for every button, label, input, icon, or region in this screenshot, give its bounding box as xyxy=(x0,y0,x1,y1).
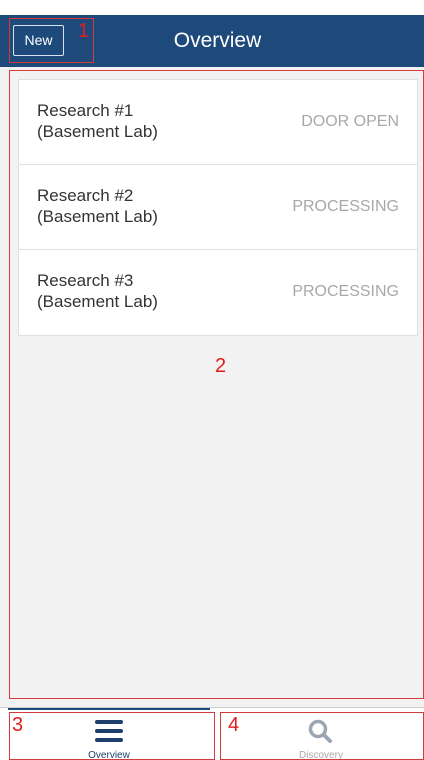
app-header: New Overview xyxy=(0,15,424,67)
research-name-line2: (Basement Lab) xyxy=(37,122,158,141)
status-bar-strip xyxy=(0,0,424,15)
annotation-number-3: 3 xyxy=(12,714,24,736)
research-name-line1: Research #2 xyxy=(37,186,134,205)
page-title: Overview xyxy=(173,29,262,52)
research-name: Research #1 (Basement Lab) xyxy=(37,100,237,142)
overview-content[interactable]: Research #1 (Basement Lab) DOOR OPEN Res… xyxy=(0,67,424,707)
research-name: Research #2 (Basement Lab) xyxy=(37,185,237,227)
tab-discovery-label: Discovery xyxy=(299,750,343,760)
research-list: Research #1 (Basement Lab) DOOR OPEN Res… xyxy=(18,79,418,336)
status-label: DOOR OPEN xyxy=(301,113,399,130)
annotation-number-2: 2 xyxy=(215,355,227,377)
status-label: PROCESSING xyxy=(292,198,399,215)
list-item[interactable]: Research #1 (Basement Lab) DOOR OPEN xyxy=(19,80,417,165)
list-item[interactable]: Research #3 (Basement Lab) PROCESSING xyxy=(19,250,417,335)
search-icon xyxy=(308,719,332,743)
research-name-line1: Research #1 xyxy=(37,101,134,120)
tab-overview[interactable]: Overview xyxy=(0,708,218,760)
research-name-line2: (Basement Lab) xyxy=(37,292,158,311)
list-item[interactable]: Research #2 (Basement Lab) PROCESSING xyxy=(19,165,417,250)
research-name: Research #3 (Basement Lab) xyxy=(37,270,237,312)
status-label: PROCESSING xyxy=(292,283,399,300)
bottom-tab-bar: Overview Discovery xyxy=(0,707,424,760)
research-name-line2: (Basement Lab) xyxy=(37,207,158,226)
new-button[interactable]: New xyxy=(13,25,64,56)
annotation-number-4: 4 xyxy=(228,714,240,736)
research-name-line1: Research #3 xyxy=(37,271,134,290)
menu-icon xyxy=(95,720,123,742)
annotation-number-1: 1 xyxy=(78,20,90,42)
tab-discovery[interactable]: Discovery xyxy=(218,708,424,760)
tab-overview-label: Overview xyxy=(88,750,130,760)
